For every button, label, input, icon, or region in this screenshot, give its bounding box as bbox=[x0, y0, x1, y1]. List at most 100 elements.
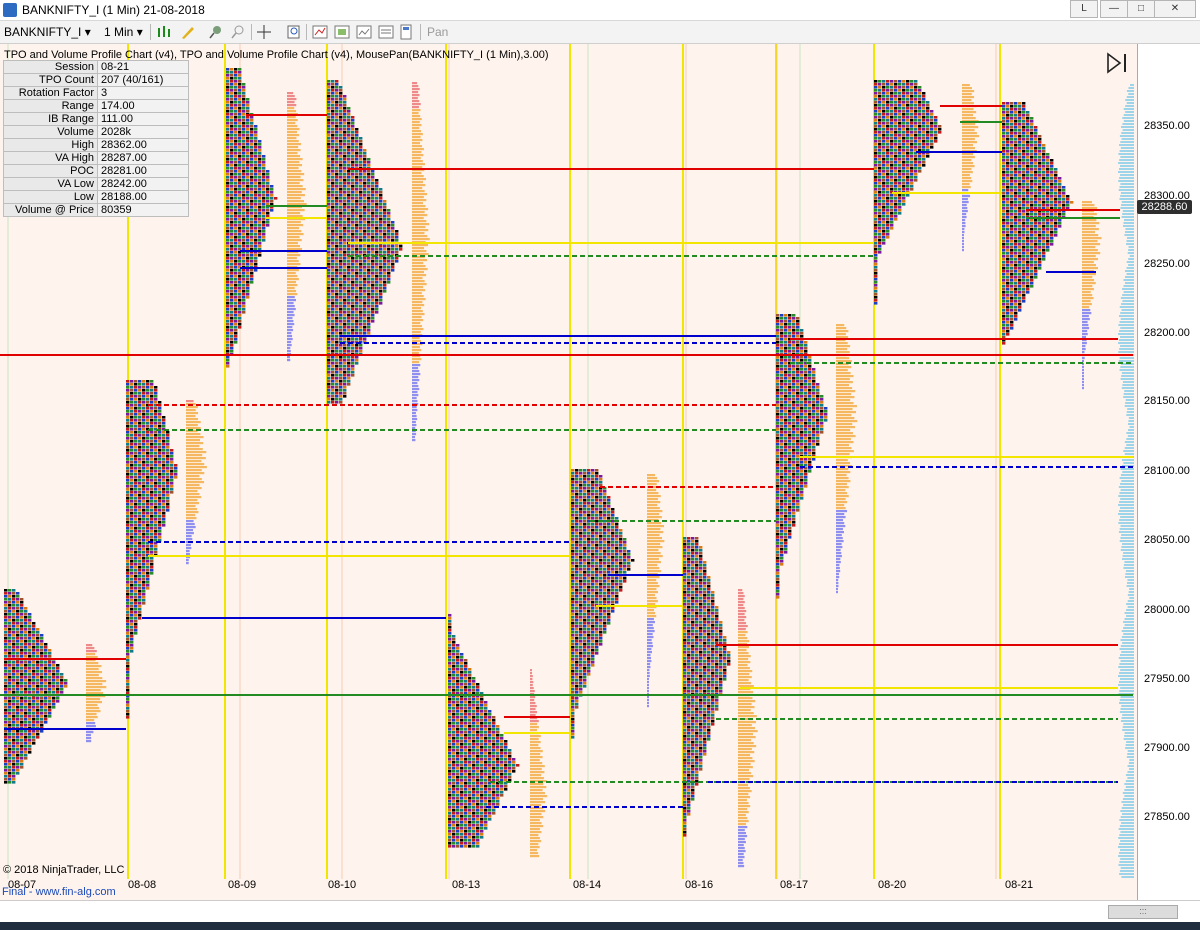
tpo-cell bbox=[359, 269, 362, 272]
tpo-cell bbox=[4, 736, 7, 739]
tpo-cell bbox=[607, 529, 610, 532]
tpo-cell bbox=[367, 272, 370, 275]
tpo-cell bbox=[512, 761, 515, 764]
tpo-cell bbox=[595, 625, 598, 628]
indicators-icon[interactable] bbox=[312, 24, 328, 40]
tpo-cell bbox=[575, 601, 578, 604]
tpo-cell bbox=[607, 505, 610, 508]
tpo-cell bbox=[52, 703, 55, 706]
tpo-cell bbox=[130, 605, 133, 608]
tpo-cell bbox=[327, 320, 330, 323]
tpo-cell bbox=[262, 206, 265, 209]
pin-icon[interactable] bbox=[208, 24, 224, 40]
pan-button[interactable]: Pan bbox=[427, 24, 448, 40]
tpo-cell bbox=[226, 257, 229, 260]
tpo-cell bbox=[488, 788, 491, 791]
tpo-cell bbox=[48, 649, 51, 652]
tpo-cell bbox=[472, 686, 475, 689]
tpo-cell bbox=[230, 203, 233, 206]
tpo-cell bbox=[480, 743, 483, 746]
tpo-cell bbox=[476, 683, 479, 686]
tpo-cell bbox=[468, 710, 471, 713]
drawing-tool-icon[interactable] bbox=[180, 24, 196, 40]
tpo-cell bbox=[327, 395, 330, 398]
tpo-cell bbox=[611, 598, 614, 601]
tpo-cell bbox=[695, 582, 698, 585]
tpo-cell bbox=[335, 206, 338, 209]
tpo-cell bbox=[343, 371, 346, 374]
tpo-cell bbox=[226, 281, 229, 284]
tpo-cell bbox=[367, 185, 370, 188]
link-button[interactable]: L bbox=[1070, 0, 1098, 18]
tpo-cell bbox=[587, 598, 590, 601]
data-box-icon[interactable] bbox=[378, 24, 394, 40]
tpo-cell bbox=[484, 731, 487, 734]
tpo-cell bbox=[24, 655, 27, 658]
crosshair-icon[interactable] bbox=[256, 24, 272, 40]
pin-outline-icon[interactable] bbox=[230, 24, 246, 40]
strategies-icon[interactable] bbox=[334, 24, 350, 40]
tpo-cell bbox=[12, 664, 15, 667]
tpo-cell bbox=[583, 565, 586, 568]
tpo-cell bbox=[339, 308, 342, 311]
interval-selector[interactable]: 1 Min ▾ bbox=[104, 24, 143, 40]
zoom-icon[interactable] bbox=[286, 24, 302, 40]
tpo-cell bbox=[571, 601, 574, 604]
tpo-cell bbox=[262, 230, 265, 233]
tpo-cell bbox=[371, 224, 374, 227]
instrument-selector[interactable]: BANKNIFTY_I ▾ bbox=[4, 24, 91, 40]
tpo-cell bbox=[571, 586, 574, 589]
tpo-cell bbox=[691, 579, 694, 582]
tpo-cell bbox=[126, 419, 129, 422]
tpo-cell bbox=[36, 628, 39, 631]
tpo-cell bbox=[339, 221, 342, 224]
tpo-cell bbox=[24, 646, 27, 649]
tpo-cell bbox=[242, 257, 245, 260]
tpo-chart-panel[interactable]: TPO and Volume Profile Chart (v4), TPO a… bbox=[0, 44, 1200, 900]
tpo-cell bbox=[480, 818, 483, 821]
tpo-cell bbox=[8, 688, 11, 691]
close-button[interactable]: ✕ bbox=[1154, 0, 1196, 18]
tpo-cell bbox=[383, 221, 386, 224]
tpo-cell bbox=[703, 573, 706, 576]
tpo-cell bbox=[142, 404, 145, 407]
tpo-cell bbox=[254, 131, 257, 134]
minimize-button[interactable]: — bbox=[1100, 0, 1128, 18]
tpo-cell bbox=[367, 197, 370, 200]
tpo-cell bbox=[36, 718, 39, 721]
maximize-button[interactable]: □ bbox=[1127, 0, 1155, 18]
tpo-cell bbox=[134, 491, 137, 494]
tpo-cell bbox=[571, 619, 574, 622]
tpo-cell bbox=[571, 643, 574, 646]
tpo-cell bbox=[579, 631, 582, 634]
tpo-cell bbox=[24, 697, 27, 700]
tpo-cell bbox=[367, 221, 370, 224]
tpo-cell bbox=[579, 565, 582, 568]
tpo-cell bbox=[226, 161, 229, 164]
tpo-cell bbox=[595, 514, 598, 517]
tpo-cell bbox=[134, 386, 137, 389]
tpo-cell bbox=[484, 719, 487, 722]
tpo-cell bbox=[335, 152, 338, 155]
tpo-cell bbox=[367, 317, 370, 320]
tpo-cell bbox=[476, 845, 479, 848]
properties-icon[interactable] bbox=[398, 24, 414, 40]
tpo-cell bbox=[20, 742, 23, 745]
tpo-cell bbox=[8, 592, 11, 595]
tpo-cell bbox=[595, 475, 598, 478]
tpo-cell bbox=[335, 347, 338, 350]
tpo-cell bbox=[36, 688, 39, 691]
chart-style-icon[interactable] bbox=[156, 24, 172, 40]
chart-image-icon[interactable] bbox=[356, 24, 372, 40]
tpo-cell bbox=[266, 197, 269, 200]
tpo-cell bbox=[571, 514, 574, 517]
tpo-cell bbox=[226, 197, 229, 200]
tpo-cell bbox=[234, 341, 237, 344]
tpo-cell bbox=[464, 800, 467, 803]
tpo-cell bbox=[687, 540, 690, 543]
tpo-cell bbox=[234, 260, 237, 263]
tpo-cell bbox=[238, 158, 241, 161]
tpo-cell bbox=[355, 200, 358, 203]
tpo-cell bbox=[343, 134, 346, 137]
tpo-cell bbox=[246, 224, 249, 227]
